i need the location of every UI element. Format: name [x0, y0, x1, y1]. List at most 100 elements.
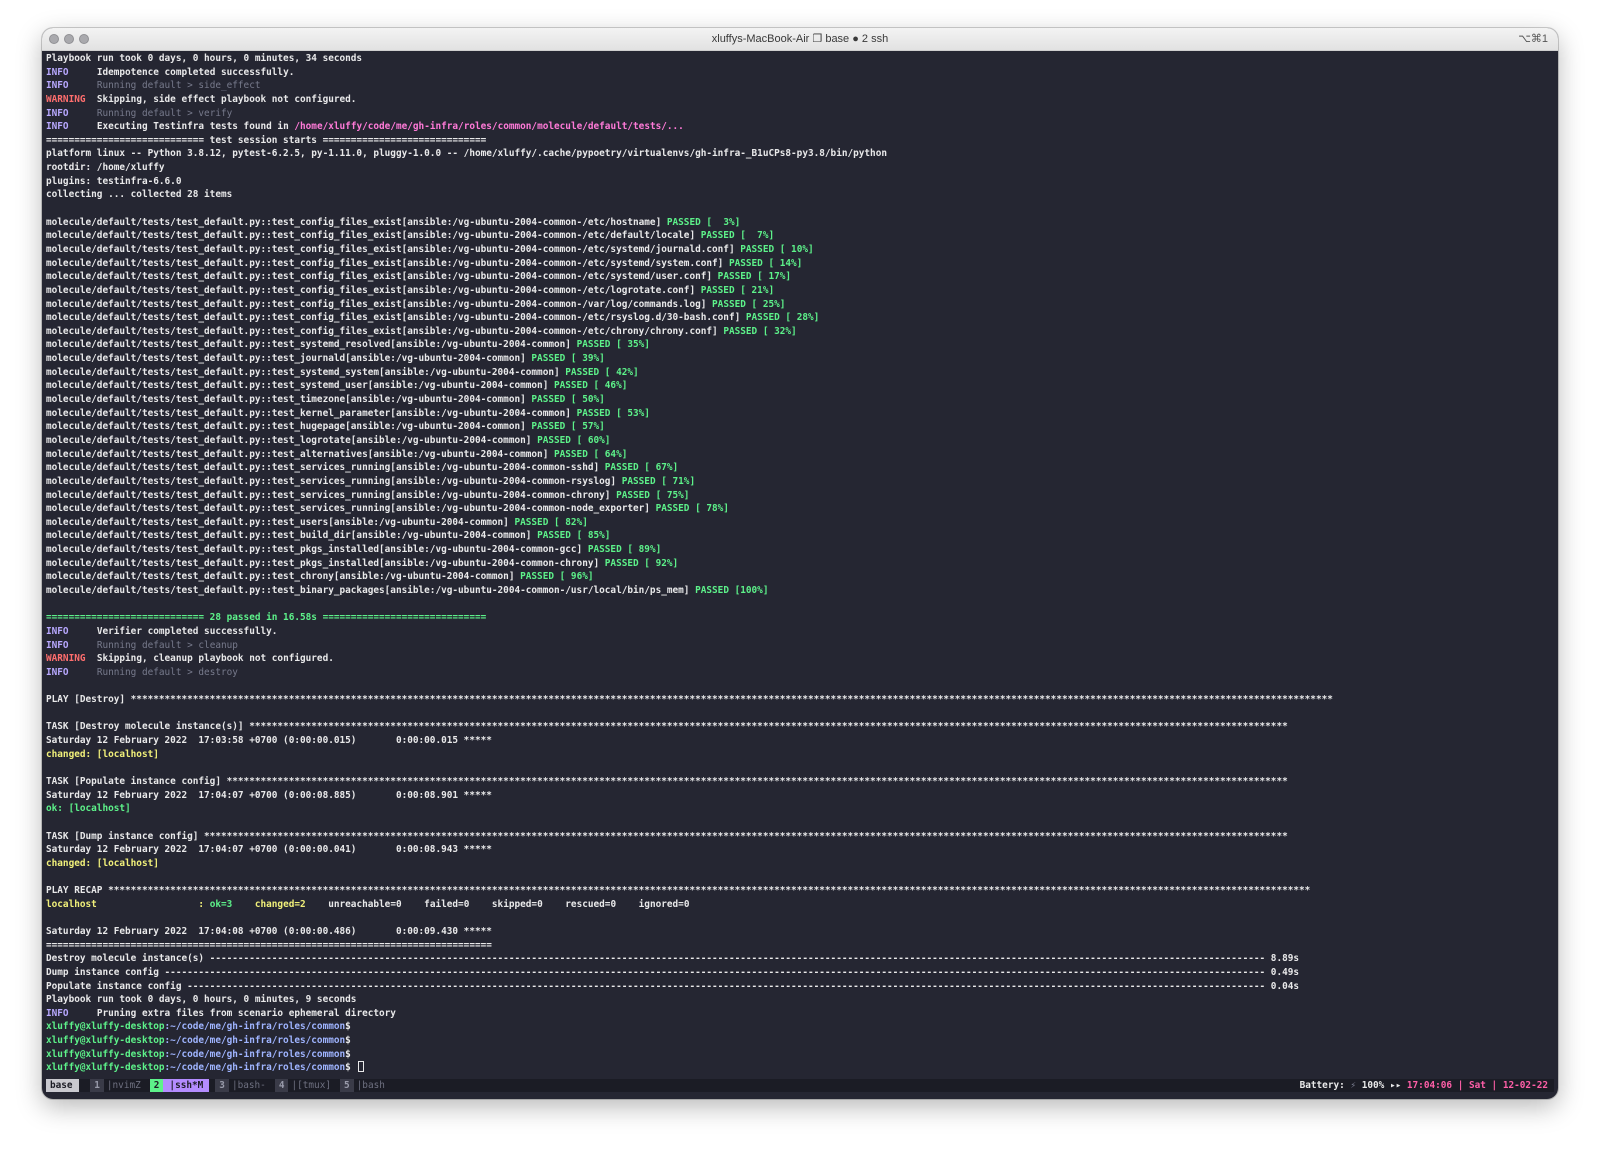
terminal-text: changed: [localhost]: [46, 748, 159, 760]
terminal-line: molecule/default/tests/test_default.py::…: [46, 379, 1554, 393]
terminal-line: xluffy@xluffy-desktop:~/code/me/gh-infra…: [46, 1048, 1554, 1062]
test-status: PASSED [ 28%]: [745, 312, 820, 324]
terminal-text: molecule/default/tests/test_default.py::…: [46, 312, 746, 324]
terminal-text: molecule/default/tests/test_default.py::…: [46, 421, 532, 433]
window-title: xluffys-MacBook-Air ❐ base ● 2 ssh: [711, 33, 889, 45]
tmux-window-2-label[interactable]: |ssh*M: [163, 1079, 210, 1092]
terminal-text: Verifier completed successfully.: [96, 625, 278, 637]
terminal-text: Running default > side_effect: [96, 80, 261, 92]
terminal-text: :~/code/me/gh-infra/roles/common: [164, 1021, 346, 1033]
terminal-text: xluffy@xluffy-desktop: [46, 1048, 165, 1060]
log-level: INFO: [46, 666, 97, 678]
test-status: PASSED [ 17%]: [717, 271, 792, 283]
tmux-window-5-label[interactable]: |bash: [354, 1079, 388, 1092]
test-status: PASSED [ 32%]: [723, 325, 797, 337]
terminal-line: molecule/default/tests/test_default.py::…: [46, 393, 1554, 407]
terminal-line: molecule/default/tests/test_default.py::…: [46, 434, 1554, 448]
terminal-text: $: [345, 1035, 351, 1047]
terminal-text: $: [345, 1021, 351, 1033]
log-level: WARNING: [46, 93, 97, 105]
tmux-window-4-number[interactable]: 4: [274, 1079, 289, 1092]
terminal-text: localhost :: [46, 898, 210, 910]
terminal-text: Executing Testinfra tests found in: [96, 121, 295, 133]
terminal-line: molecule/default/tests/test_default.py::…: [46, 298, 1554, 312]
title-bar[interactable]: xluffys-MacBook-Air ❐ base ● 2 ssh ⌥⌘1: [42, 28, 1558, 51]
terminal-line: INFO Verifier completed successfully.: [46, 625, 1554, 639]
terminal-line: collecting ... collected 28 items: [46, 188, 1554, 202]
terminal-text: TASK [Populate instance config] ********…: [46, 775, 1288, 787]
terminal-text: xluffy@xluffy-desktop: [46, 1021, 165, 1033]
terminal-text: $: [345, 1048, 351, 1060]
terminal-line: TASK [Destroy molecule instance(s)] ****…: [46, 720, 1554, 734]
terminal-line: INFO Running default > verify: [46, 107, 1554, 121]
terminal-text: /home/xluffy/code/me/gh-infra/roles/comm…: [294, 121, 684, 133]
terminal-text: molecule/default/tests/test_default.py::…: [46, 284, 701, 296]
terminal-line: INFO Running default > cleanup: [46, 639, 1554, 653]
status-right: Battery: ⚡ 100% ▸▸ 17:04:06 | Sat | 12-0…: [1300, 1079, 1548, 1092]
terminal-line: molecule/default/tests/test_default.py::…: [46, 448, 1554, 462]
terminal-text: Idempotence completed successfully.: [96, 66, 295, 78]
tmux-window-1-label[interactable]: |nvimZ: [104, 1079, 144, 1092]
terminal-line: molecule/default/tests/test_default.py::…: [46, 229, 1554, 243]
window-shortcut: ⌥⌘1: [1518, 33, 1548, 45]
terminal-line: INFO Running default > side_effect: [46, 79, 1554, 93]
terminal-line: xluffy@xluffy-desktop:~/code/me/gh-infra…: [46, 1034, 1554, 1048]
test-status: PASSED [ 14%]: [728, 257, 803, 269]
terminal-text: molecule/default/tests/test_default.py::…: [46, 325, 724, 337]
terminal-output[interactable]: Playbook run took 0 days, 0 hours, 0 min…: [46, 52, 1554, 1075]
tmux-window-4-label[interactable]: |[tmux]: [288, 1079, 334, 1092]
terminal-line: INFO Idempotence completed successfully.: [46, 66, 1554, 80]
terminal-text: :~/code/me/gh-infra/roles/common: [164, 1048, 346, 1060]
tmux-window-2-number[interactable]: 2: [149, 1079, 164, 1092]
terminal-text: changed: [localhost]: [46, 857, 159, 869]
terminal-line: molecule/default/tests/test_default.py::…: [46, 311, 1554, 325]
terminal-text: Running default > destroy: [96, 666, 238, 678]
terminal-line: platform linux -- Python 3.8.12, pytest-…: [46, 147, 1554, 161]
terminal-line: TASK [Populate instance config] ********…: [46, 775, 1554, 789]
battery-level: 100% ▸▸: [1361, 1080, 1407, 1091]
terminal-line: rootdir: /home/xluffy: [46, 161, 1554, 175]
terminal-line: xluffy@xluffy-desktop:~/code/me/gh-infra…: [46, 1020, 1554, 1034]
tmux-window-3-label[interactable]: |bash-: [229, 1079, 269, 1092]
terminal-text: molecule/default/tests/test_default.py::…: [46, 462, 605, 474]
test-status: PASSED [ 82%]: [514, 516, 588, 528]
terminal-line: molecule/default/tests/test_default.py::…: [46, 243, 1554, 257]
terminal-text: molecule/default/tests/test_default.py::…: [46, 503, 656, 515]
terminal-window[interactable]: xluffys-MacBook-Air ❐ base ● 2 ssh ⌥⌘1 P…: [42, 28, 1558, 1099]
test-status: PASSED [ 3%]: [666, 216, 741, 228]
terminal-text: TASK [Destroy molecule instance(s)] ****…: [46, 721, 1288, 733]
terminal-line: ok: [localhost]: [46, 802, 1554, 816]
tmux-window-3-number[interactable]: 3: [215, 1079, 229, 1092]
terminal-text: xluffy@xluffy-desktop: [46, 1062, 165, 1074]
tmux-window-1-number[interactable]: 1: [90, 1079, 104, 1092]
terminal-line: molecule/default/tests/test_default.py::…: [46, 502, 1554, 516]
terminal-text: PLAY RECAP *****************************…: [46, 885, 1311, 897]
terminal-line: molecule/default/tests/test_default.py::…: [46, 557, 1554, 571]
terminal-text: Saturday 12 February 2022 17:03:58 +0700…: [46, 735, 492, 747]
test-status: PASSED [ 89%]: [587, 544, 662, 556]
terminal-text: :~/code/me/gh-infra/roles/common: [164, 1062, 346, 1074]
terminal-line: PLAY [Destroy] *************************…: [46, 693, 1554, 707]
terminal-cursor[interactable]: [358, 1061, 365, 1073]
test-status: PASSED [ 39%]: [531, 353, 605, 365]
terminal-line: localhost : ok=3 changed=2 unreachable=0…: [46, 898, 1554, 912]
terminal-text: molecule/default/tests/test_default.py::…: [46, 584, 696, 596]
terminal-line: molecule/default/tests/test_default.py::…: [46, 570, 1554, 584]
terminal-line: INFO Running default > destroy: [46, 666, 1554, 680]
test-status: PASSED [ 67%]: [604, 462, 679, 474]
test-status: PASSED [ 21%]: [700, 284, 775, 296]
log-level: INFO: [46, 1007, 97, 1019]
terminal-text: molecule/default/tests/test_default.py::…: [46, 353, 532, 365]
terminal-text: molecule/default/tests/test_default.py::…: [46, 380, 554, 392]
tmux-window-5-number[interactable]: 5: [340, 1079, 354, 1092]
terminal-line: Saturday 12 February 2022 17:04:07 +0700…: [46, 789, 1554, 803]
terminal-line: molecule/default/tests/test_default.py::…: [46, 257, 1554, 271]
terminal-line: Playbook run took 0 days, 0 hours, 0 min…: [46, 52, 1554, 66]
log-level: INFO: [46, 639, 97, 651]
terminal-text: ============================ 28 passed i…: [46, 612, 487, 624]
log-level: INFO: [46, 121, 97, 133]
